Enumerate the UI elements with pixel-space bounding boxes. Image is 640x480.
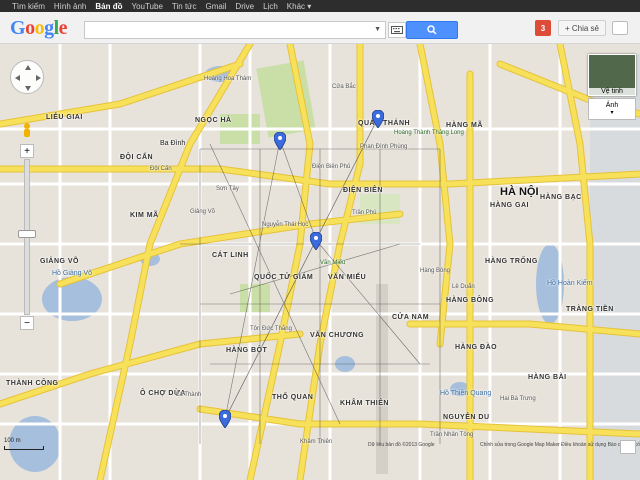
label-kham-thien: KHÂM THIÊN — [340, 400, 389, 407]
pan-control[interactable] — [10, 60, 44, 94]
apps-grid-icon[interactable] — [612, 21, 628, 35]
nav-news[interactable]: Tin tức — [172, 2, 197, 11]
label-hoang-thanh: Hoàng Thành Thăng Long — [394, 130, 464, 136]
label-hoang-hoa-tham: Hoàng Hoa Thám — [204, 76, 252, 82]
location-pin-icon[interactable] — [274, 132, 286, 150]
label-nguyen-du: NGUYỄN DU — [443, 414, 490, 421]
label-hang-bong: HÀNG BÔNG — [446, 297, 495, 304]
zoom-in-button[interactable]: + — [20, 144, 34, 158]
label-quan-thanh: QUÁN THÁNH — [358, 120, 411, 127]
label-giang-vo: GIẢNG VÕ — [40, 258, 80, 265]
label-hang-dao: HÀNG ĐÀO — [455, 344, 498, 351]
label-giang-vo-rd: Giảng Võ — [190, 209, 216, 215]
label-hang-ma: HÀNG MÃ — [446, 122, 483, 129]
nav-more[interactable]: Khác ▾ — [287, 2, 311, 11]
label-son-tay: Sơn Tây — [216, 186, 239, 192]
label-cua-bac: Cửa Bắc — [332, 84, 356, 90]
label-quoc-tu-giam: QUỐC TỬ GIÁM — [254, 274, 314, 281]
nav-images[interactable]: Hình ảnh — [54, 2, 86, 11]
scale-label: 100 m — [4, 438, 21, 444]
label-van-chuong: VĂN CHƯƠNG — [310, 332, 365, 339]
scale-bar — [4, 446, 44, 450]
satellite-toggle[interactable]: Vệ tinh — [588, 54, 636, 96]
label-ton-duc-thang: Tôn Đức Thắng — [250, 326, 292, 332]
location-pin-icon[interactable] — [219, 410, 231, 428]
label-hang-bac: HÀNG BẠC — [540, 194, 582, 201]
label-tran-nhan-tong: Trần Nhân Tông — [430, 432, 474, 438]
label-nguyen-thai-hoc: Nguyễn Thái Học — [262, 222, 309, 228]
map-footer-links[interactable]: Chỉnh sửa trong Google Map Maker Điều kh… — [480, 442, 640, 448]
label-ho-thien-quang: Hồ Thiền Quang — [440, 390, 492, 397]
nav-search[interactable]: Tìm kiếm — [12, 2, 45, 11]
label-la-thanh: La Thành — [176, 392, 202, 398]
label-ha-noi: HÀ NỘI — [500, 186, 539, 198]
search-icon — [427, 25, 437, 35]
label-van-mieu-poi: Văn Miếu — [320, 260, 346, 266]
label-ba-dinh: Ba Đình — [160, 140, 186, 147]
feedback-icon[interactable] — [620, 440, 636, 454]
share-button[interactable]: + Chia sẻ — [558, 20, 606, 36]
label-hang-trong: HÀNG TRỐNG — [485, 258, 538, 265]
label-cua-nam: CỬA NAM — [392, 314, 430, 321]
satellite-label: Vệ tinh — [589, 88, 635, 95]
label-lieu-giai: LIỄU GIAI — [46, 114, 83, 121]
label-dien-bien: ĐIỆN BIÊN — [343, 187, 383, 194]
label-dien-bien-phu-rd: Điện Biên Phủ — [312, 164, 351, 170]
nav-maps[interactable]: Bản đồ — [95, 2, 122, 11]
notification-badge[interactable]: 3 — [535, 20, 551, 36]
nav-drive[interactable]: Drive — [235, 2, 254, 11]
label-doi-can-rd: Đội Cấn — [150, 166, 172, 172]
label-hai-ba-trung: Hai Bà Trưng — [500, 396, 536, 402]
location-pin-icon[interactable] — [310, 232, 322, 250]
label-hang-gai: HÀNG GAI — [490, 202, 529, 209]
label-tran-phu: Trần Phú — [352, 210, 377, 216]
keyboard-icon — [391, 26, 403, 34]
nav-gmail[interactable]: Gmail — [206, 2, 227, 11]
zoom-slider-thumb[interactable] — [18, 230, 36, 238]
google-top-bar: Tìm kiếm Hình ảnh Bản đồ YouTube Tin tức… — [0, 0, 640, 12]
label-tho-quan: THỔ QUAN — [272, 394, 314, 401]
label-le-duan: Lê Duẩn — [452, 284, 475, 290]
chevron-down-icon[interactable]: ▼ — [374, 26, 381, 33]
nav-calendar[interactable]: Lịch — [263, 2, 278, 11]
search-box: ▼ — [84, 21, 386, 39]
search-input[interactable] — [85, 22, 365, 38]
location-pin-icon[interactable] — [372, 110, 384, 128]
label-hang-bong-rd: Hàng Bông — [420, 268, 451, 274]
map-copyright: Dữ liệu bản đồ ©2013 Google — [368, 442, 435, 448]
label-cat-linh: CÁT LINH — [212, 252, 249, 259]
label-doi-can: ĐỘI CẤN — [120, 154, 154, 161]
pegman-icon[interactable] — [20, 122, 34, 140]
label-phan-dinh-phung: Phan Đình Phùng — [360, 144, 408, 150]
label-ho-hoan-kiem: Hồ Hoàn Kiếm — [547, 280, 593, 287]
label-thanh-cong: THÀNH CÔNG — [6, 380, 59, 387]
photo-toggle[interactable]: Ảnh ▾ — [588, 98, 636, 120]
pan-arrows-icon — [15, 65, 41, 91]
label-ngoc-ha: NGỌC HÀ — [195, 117, 232, 124]
chevron-down-icon: ▾ — [610, 110, 614, 116]
label-hang-bai: HÀNG BÀI — [528, 374, 567, 381]
maps-header: Google ▼ 3 + Chia sẻ — [0, 12, 640, 44]
nav-youtube[interactable]: YouTube — [131, 2, 162, 11]
google-logo[interactable]: Google — [10, 17, 68, 40]
zoom-out-button[interactable]: − — [20, 316, 34, 330]
label-ho-giang-vo: Hồ Giảng Võ — [52, 270, 93, 277]
map-canvas[interactable]: NGỌC HÀ Ba Đình LIỄU GIAI ĐỘI CẤN KIM MÃ… — [0, 44, 640, 480]
label-trang-tien: TRÀNG TIỀN — [566, 306, 614, 313]
label-kim-ma: KIM MÃ — [130, 212, 159, 219]
search-button[interactable] — [406, 21, 458, 39]
label-hang-bot: HÀNG BỘT — [226, 347, 268, 354]
keyboard-button[interactable] — [388, 22, 406, 38]
label-van-mieu: VĂN MIẾU — [328, 274, 367, 281]
photo-label: Ảnh — [605, 102, 619, 109]
label-kham-thien-rd: Khâm Thiên — [300, 439, 333, 445]
